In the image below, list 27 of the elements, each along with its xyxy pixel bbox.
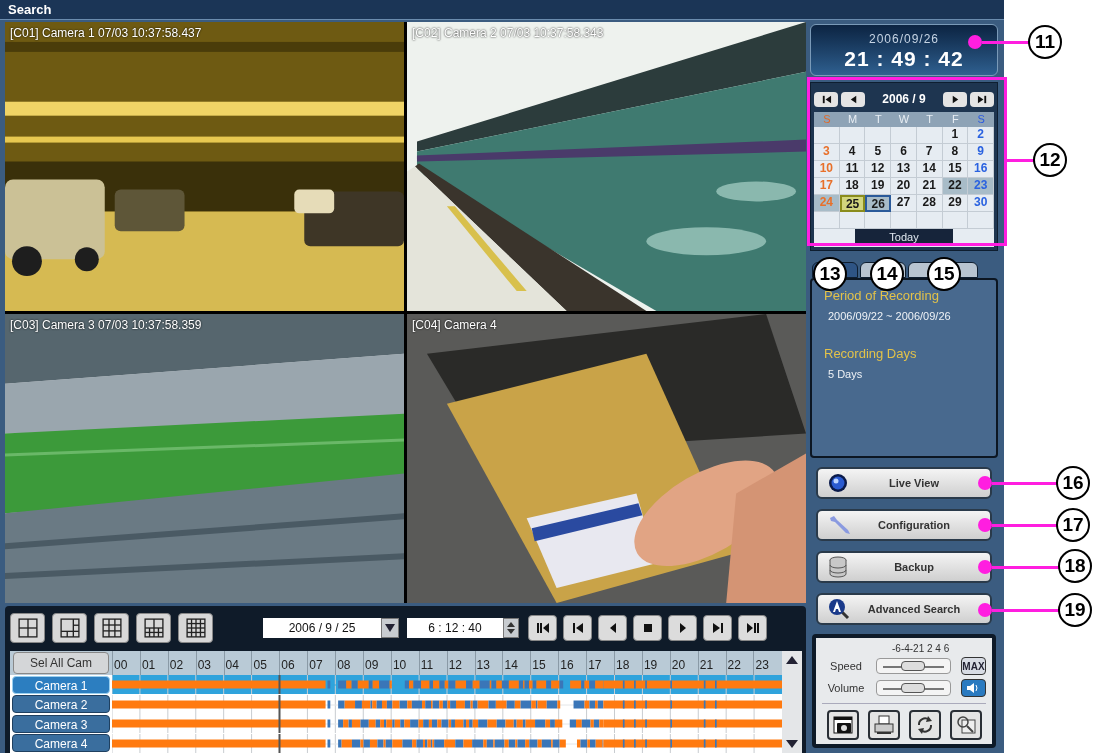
camera-label: [C02] Camera 2 07/03 10:37:58.343 — [412, 25, 604, 42]
callout-tooltip: 17 — [1056, 508, 1090, 542]
camera-label: [C03] Camera 3 07/03 10:37:58.359 — [10, 317, 202, 334]
calendar-month: 2006 / 9 — [881, 91, 927, 108]
weekday-label: W — [897, 112, 911, 127]
callout-tooltip: 12 — [1033, 143, 1067, 177]
callout-tooltip: 16 — [1056, 466, 1090, 500]
camera-label: [C01] Camera 1 07/03 10:37:58.437 — [10, 25, 202, 42]
speed-scale: -6-4-21 2 4 6 — [892, 642, 951, 656]
clock-time: 21 : 49 : 42 — [844, 48, 964, 70]
info-heading: Recording Days — [824, 345, 918, 363]
speed-label: Speed — [829, 658, 863, 674]
info-value: 2006/09/22 ~ 2006/09/26 — [827, 308, 952, 324]
weekday-label: T — [873, 112, 883, 127]
weekday-label: M — [846, 112, 859, 127]
callout-tooltip: 11 — [1028, 25, 1062, 59]
weekday-label: S — [976, 112, 986, 127]
camera-label: [C04] Camera 4 — [412, 317, 497, 334]
weekday-label: T — [925, 112, 935, 127]
clock-date: 2006/09/26 — [868, 31, 940, 48]
weekday-label: F — [951, 112, 960, 127]
callout-tooltip: 19 — [1058, 593, 1092, 627]
info-value: 5 Days — [827, 366, 864, 382]
callout-tooltip: 18 — [1058, 549, 1092, 583]
window-title: Search — [8, 0, 52, 19]
volume-label: Volume — [826, 680, 866, 696]
weekday-label: S — [822, 112, 832, 127]
